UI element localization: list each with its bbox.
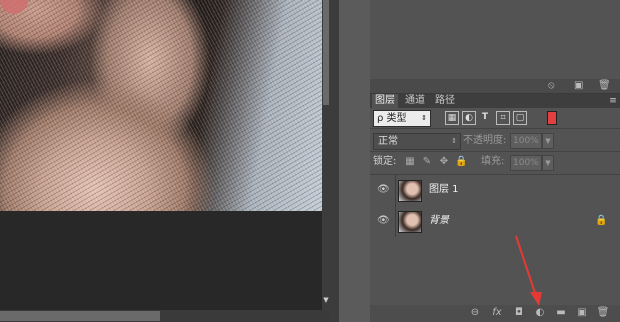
tab-paths[interactable]: 路径 bbox=[432, 94, 458, 108]
row-divider bbox=[395, 206, 396, 237]
smart-object-filter-icon[interactable]: ▢ bbox=[513, 111, 527, 125]
opacity-label: 不透明度: bbox=[463, 135, 507, 146]
horizontal-scrollbar-thumb[interactable] bbox=[0, 311, 160, 321]
lock-transparent-pixels-icon[interactable]: ▦ bbox=[404, 156, 416, 168]
opacity-dropdown-icon[interactable]: ▼ bbox=[542, 133, 554, 149]
separator bbox=[370, 128, 620, 129]
filter-toggle-switch[interactable] bbox=[547, 111, 557, 125]
document-canvas-image[interactable] bbox=[0, 0, 322, 211]
layers-panel-tabbar: 图层 通道 路径 bbox=[370, 94, 620, 108]
panel-menu-icon[interactable]: ≡ bbox=[606, 94, 620, 108]
new-layer-icon[interactable]: ▣ bbox=[575, 306, 589, 320]
separator bbox=[370, 151, 620, 152]
lock-position-icon[interactable]: ✥ bbox=[438, 156, 450, 168]
lock-label: 锁定: bbox=[373, 156, 397, 167]
link-layers-icon[interactable]: ⊖ bbox=[468, 306, 482, 320]
collapsed-panel-dock bbox=[339, 0, 370, 322]
eye-icon[interactable]: 👁 bbox=[377, 184, 390, 196]
blend-mode-value: 正常 bbox=[378, 136, 398, 147]
fill-input[interactable]: 100% bbox=[510, 155, 542, 171]
layers-list-empty-area bbox=[370, 237, 620, 305]
pixel-filter-icon[interactable]: ▦ bbox=[445, 111, 459, 125]
annotation-arrow-icon bbox=[515, 235, 542, 306]
type-filter-icon[interactable]: T bbox=[479, 111, 491, 123]
filter-select-label: ρ 类型 bbox=[377, 113, 407, 124]
opacity-value: 100% bbox=[513, 136, 539, 146]
layer-filter-select[interactable]: ρ 类型 ⇕ bbox=[373, 110, 431, 127]
lock-all-icon[interactable]: 🔒 bbox=[455, 156, 467, 168]
blend-mode-select[interactable]: 正常 ⇕ bbox=[373, 133, 461, 150]
layer-thumbnail bbox=[398, 180, 422, 202]
layer-thumbnail bbox=[398, 211, 422, 233]
new-item-icon[interactable]: ▣ bbox=[574, 79, 583, 93]
vertical-scrollbar-thumb[interactable] bbox=[323, 0, 329, 105]
tab-layers[interactable]: 图层 bbox=[372, 94, 398, 108]
tab-channels[interactable]: 通道 bbox=[402, 94, 428, 108]
layer-name[interactable]: 图层 1 bbox=[429, 183, 459, 197]
fill-label: 填充: bbox=[481, 156, 505, 167]
panel-divider[interactable] bbox=[330, 0, 339, 322]
scroll-down-arrow-icon[interactable]: ▼ bbox=[323, 296, 329, 304]
trash-icon[interactable]: 🗑 bbox=[598, 79, 611, 93]
row-divider bbox=[395, 175, 396, 206]
image-hatch-texture bbox=[0, 0, 322, 211]
chevron-updown-icon: ⇕ bbox=[421, 114, 427, 122]
fill-value: 100% bbox=[513, 158, 539, 168]
chevron-updown-icon: ⇕ bbox=[451, 137, 457, 145]
shape-filter-icon[interactable]: ⌗ bbox=[496, 111, 510, 125]
layer-name[interactable]: 背景 bbox=[429, 214, 449, 228]
adjustment-filter-icon[interactable]: ◐ bbox=[462, 111, 476, 125]
eye-icon[interactable]: 👁 bbox=[377, 215, 390, 227]
no-symbol-icon[interactable]: ⦸ bbox=[548, 79, 555, 93]
upper-panel-toolbar: ⦸ ▣ 🗑 bbox=[370, 79, 620, 93]
lock-icon: 🔒 bbox=[595, 215, 608, 226]
trash-icon[interactable]: 🗑 bbox=[596, 306, 610, 320]
opacity-input[interactable]: 100% bbox=[510, 133, 542, 149]
lock-image-pixels-icon[interactable]: ✎ bbox=[421, 156, 433, 168]
layer-row-layer1[interactable]: 👁 图层 1 bbox=[370, 175, 620, 207]
layer-row-background[interactable]: 👁 背景 🔒 bbox=[370, 206, 620, 238]
fill-dropdown-icon[interactable]: ▼ bbox=[542, 155, 554, 171]
